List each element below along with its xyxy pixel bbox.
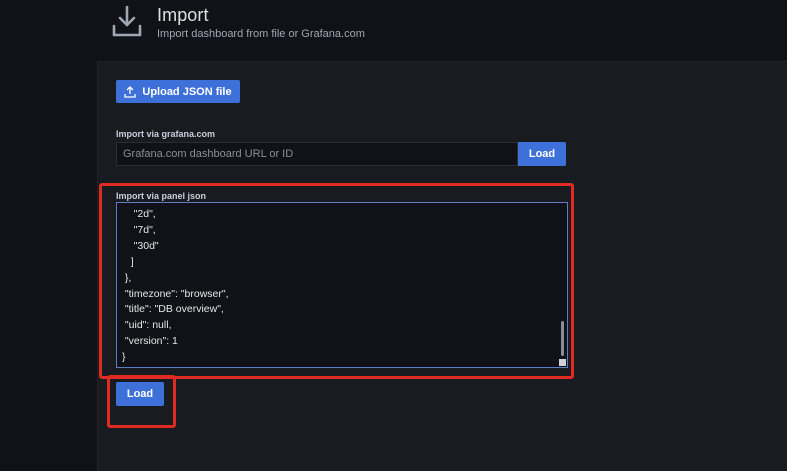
panel-json-label: Import via panel json [116, 191, 207, 201]
upload-json-label: Upload JSON file [142, 85, 232, 98]
textarea-resize-handle[interactable] [559, 359, 566, 366]
grafana-import-label: Import via grafana.com [116, 129, 216, 139]
load-button[interactable]: Load [116, 382, 164, 406]
download-icon [112, 5, 142, 37]
import-page: Import Import dashboard from file or Gra… [0, 0, 787, 471]
grafana-url-input[interactable] [116, 142, 518, 166]
panel-json-content: "2d", "7d", "30d" ] }, "timezone": "brow… [122, 208, 229, 364]
upload-icon [124, 85, 137, 98]
textarea-scrollbar[interactable] [561, 321, 564, 356]
page-subtitle: Import dashboard from file or Grafana.co… [157, 28, 365, 40]
load-grafana-button[interactable]: Load [518, 142, 566, 166]
upload-json-button[interactable]: Upload JSON file [116, 80, 240, 103]
page-header: Import Import dashboard from file or Gra… [0, 0, 787, 60]
page-title: Import [157, 5, 209, 25]
panel-json-textarea[interactable]: "2d", "7d", "30d" ] }, "timezone": "brow… [116, 202, 568, 368]
